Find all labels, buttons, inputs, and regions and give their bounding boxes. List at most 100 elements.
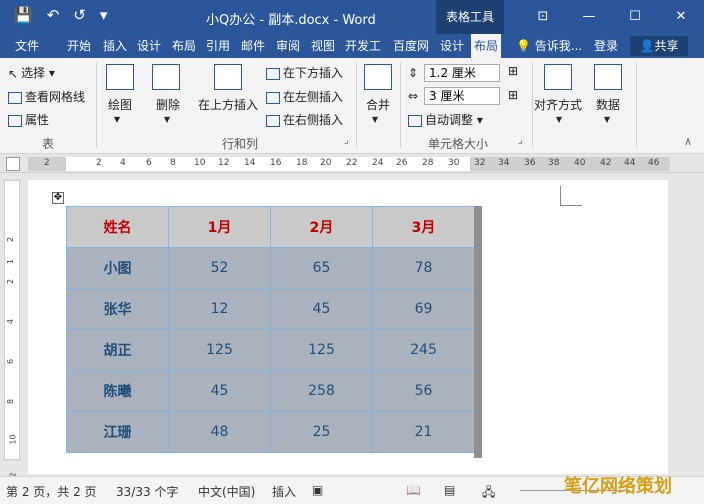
value-cell[interactable]: 245 [372,329,475,371]
auto-adjust-button[interactable]: 自动调整 ▾ [408,111,483,128]
table-tools-context: 表格工具 [436,0,504,34]
tab-baidu[interactable]: 百度网 [390,34,432,58]
window-title: 小Q办公 - 副本.docx - Word [206,13,376,28]
ruler-tick: 24 [372,158,384,168]
tab-references[interactable]: 引用 [203,34,233,58]
draw-button[interactable]: 绘图 [108,96,132,113]
insert-left-button[interactable]: 在左侧插入 [266,88,343,105]
page-count[interactable]: 第 2 页，共 2 页 [6,483,97,500]
tab-view[interactable]: 视图 [308,34,338,58]
data-table[interactable]: 姓名 1月 2月 3月 小图 52 65 78 张华 12 45 69 胡正 1… [66,206,475,453]
language-indicator[interactable]: 中文(中国) [198,483,255,500]
share-button[interactable]: 👤共享 [630,36,688,56]
value-cell[interactable]: 52 [168,247,271,289]
width-spinner[interactable]: 3 厘米 [424,87,500,105]
ruler-tick: 36 [524,158,536,168]
table-resize-edge[interactable] [474,206,482,458]
distribute-cols-icon[interactable]: ⊞ [508,88,518,102]
name-cell[interactable]: 小图 [66,247,169,289]
collapse-ribbon-icon[interactable]: ∧ [684,135,692,148]
group-label-cell-size: 单元格大小 [428,137,489,151]
close-button[interactable]: ✕ [658,0,704,34]
macro-icon[interactable]: ▣ [312,483,323,497]
value-cell[interactable]: 12 [168,288,271,330]
value-cell[interactable]: 56 [372,370,475,412]
customize-qat-icon[interactable]: ▾ [100,6,108,24]
value-cell[interactable]: 45 [270,288,373,330]
header-cell[interactable]: 姓名 [66,206,169,248]
tab-insert[interactable]: 插入 [100,34,130,58]
value-cell[interactable]: 69 [372,288,475,330]
dialog-launcher-icon[interactable]: ⌟ [344,135,349,146]
minimize-button[interactable]: — [566,0,612,34]
tab-file[interactable]: 文件 [12,34,42,58]
name-cell[interactable]: 张华 [66,288,169,330]
alignment-button[interactable]: 对齐方式 [534,96,582,113]
login-link[interactable]: 登录 [594,34,618,58]
delete-table-icon [152,64,180,90]
read-mode-icon[interactable]: 📖 [406,483,421,497]
value-cell[interactable]: 21 [372,411,475,453]
insert-mode[interactable]: 插入 [272,483,296,500]
properties-button[interactable]: 属性 [8,111,49,128]
value-cell[interactable]: 125 [270,329,373,371]
insert-right-button[interactable]: 在右侧插入 [266,111,343,128]
name-cell[interactable]: 胡正 [66,329,169,371]
header-cell[interactable]: 2月 [270,206,373,248]
word-count[interactable]: 33/33 个字 [116,483,178,500]
tab-developer[interactable]: 开发工 [342,34,384,58]
save-icon[interactable]: 💾 [14,6,33,24]
value-cell[interactable]: 78 [372,247,475,289]
view-gridlines-button[interactable]: 查看网格线 [8,88,85,105]
value-cell[interactable]: 125 [168,329,271,371]
tab-selector-icon[interactable] [6,157,20,171]
value-cell[interactable]: 258 [270,370,373,412]
header-cell[interactable]: 1月 [168,206,271,248]
data-button[interactable]: 数据 [596,96,620,113]
ruler-tick: 18 [296,158,308,168]
insert-left-label: 在左侧插入 [283,90,344,104]
insert-left-icon [266,91,280,104]
value-cell[interactable]: 45 [168,370,271,412]
dialog-launcher-icon[interactable]: ⌟ [518,135,523,146]
width-icon: ⇔ [408,89,419,103]
name-cell[interactable]: 江珊 [66,411,169,453]
tab-mailings[interactable]: 邮件 [238,34,268,58]
tell-me-box[interactable]: 💡 告诉我... [516,34,582,58]
insert-above-label: 在上方插入 [198,98,259,112]
margin-corner-mark [560,186,582,206]
ruler-tick: 44 [624,158,636,168]
insert-above-button[interactable]: 在上方插入 [198,96,258,113]
insert-below-button[interactable]: 在下方插入 [266,64,343,81]
value-cell[interactable]: 25 [270,411,373,453]
delete-button[interactable]: 删除 [156,96,180,113]
height-spinner[interactable]: 1.2 厘米 [424,64,500,82]
merge-button[interactable]: 合并 [366,96,390,113]
table-move-handle-icon[interactable]: ✥ [52,192,64,204]
tab-layout[interactable]: 布局 [169,34,199,58]
share-label: 共享 [654,39,679,53]
header-cell[interactable]: 3月 [372,206,475,248]
ribbon-display-icon[interactable]: ⊡ [520,0,566,34]
watermark-logo: 笔亿网络策划 [564,476,672,497]
maximize-button[interactable]: ☐ [612,0,658,34]
distribute-rows-icon[interactable]: ⊞ [508,64,518,78]
tab-home[interactable]: 开始 [64,34,94,58]
alignment-icon [544,64,572,90]
tab-design[interactable]: 设计 [134,34,164,58]
ribbon-tabs: 文件 开始 插入 设计 布局 引用 邮件 审阅 视图 开发工 百度网 设计 布局… [0,34,704,58]
group-label-table: 表 [42,137,55,151]
tab-table-design[interactable]: 设计 [437,34,467,58]
undo-icon[interactable]: ↶ [47,6,60,24]
tab-table-layout[interactable]: 布局 [471,34,502,58]
select-button[interactable]: ↖ 选择 ▾ [8,64,55,81]
redo-icon[interactable]: ↺ [73,6,86,24]
name-cell[interactable]: 陈曦 [66,370,169,412]
value-cell[interactable]: 48 [168,411,271,453]
ruler-tick: 30 [448,158,460,168]
print-layout-icon[interactable]: ▤ [444,483,455,497]
value-cell[interactable]: 65 [270,247,373,289]
tab-review[interactable]: 审阅 [273,34,303,58]
ribbon-separator [400,62,401,148]
web-layout-icon[interactable]: 🖧 [482,483,495,504]
